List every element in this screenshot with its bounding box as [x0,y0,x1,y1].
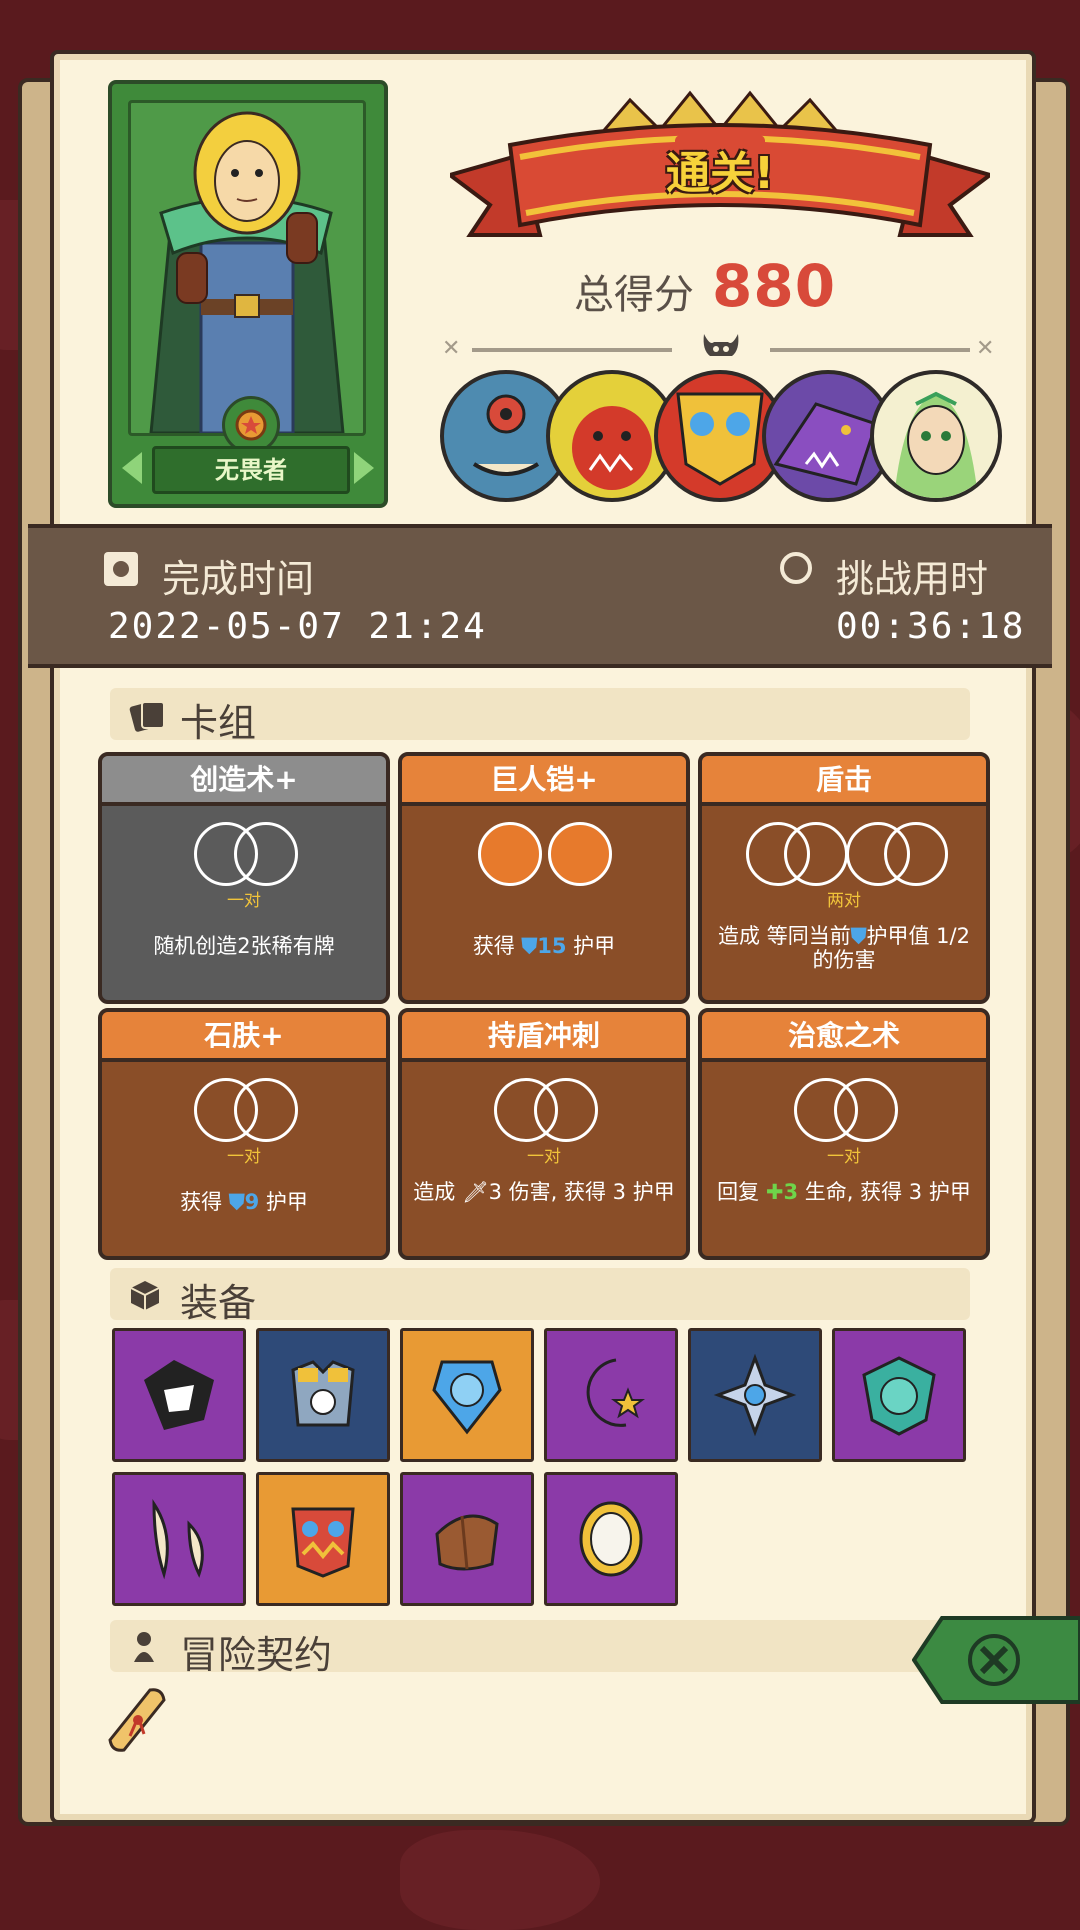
dice-slots [702,1078,986,1142]
card-title: 巨人铠+ [490,763,598,796]
moon-star-wand-icon[interactable] [544,1328,678,1462]
card-title: 治愈之术 [787,1019,900,1052]
card-title: 创造术+ [190,763,298,796]
scroll-icon[interactable] [100,1680,172,1760]
heal-plus-icon: ✚ [765,1180,784,1204]
card-description: 造成 🗡3 伤害, 获得 3 护甲 [413,1180,675,1204]
challenge-time-label: 挑战用时 [836,557,989,601]
next-hero-arrow-icon[interactable] [354,452,374,484]
chest-armor-icon[interactable] [256,1328,390,1462]
dice-slots [402,822,686,886]
torn-beast-icon[interactable] [112,1328,246,1462]
equipment-section-title: 装备 [180,1281,257,1325]
defeated-bosses [440,370,1002,502]
victory-ribbon: 通关! [445,85,995,260]
pawn-icon [128,1630,160,1668]
card-description: 获得 ⛊9 护甲 [180,1190,308,1214]
challenge-time-value: 00:36:18 [836,606,1026,647]
card-description: 造成 等同当前⛊护甲值 1/2 的伤害 [718,924,970,972]
sword-icon: ✕ [976,336,995,361]
card-title: 盾击 [815,763,872,796]
dice-slots [102,822,386,886]
dice-requirement: 一对 [227,891,261,911]
divider [770,348,970,352]
dice-requirement: 一对 [827,1147,861,1167]
close-button[interactable] [911,1614,1080,1706]
deck-card[interactable]: 盾击 两对 造成 等同当前⛊护甲值 1/2 的伤害 [698,752,990,1004]
total-score-label: 总得分 [574,272,694,318]
divider [472,348,672,352]
sword-icon: ✕ [442,336,461,361]
time-info-band: 完成时间 2022-05-07 21:24 挑战用时 00:36:18 [28,524,1052,668]
demon-skull-icon [700,330,742,364]
card-description: 随机创造2张稀有牌 [153,934,335,958]
dice-slots [102,1078,386,1142]
background-pattern [400,1830,600,1930]
dice-slots [402,1078,686,1142]
hero-portrait [128,100,366,436]
card-title: 石肤+ [204,1019,284,1052]
spiked-chestplate-icon[interactable] [256,1472,390,1606]
claw-fangs-icon[interactable] [112,1472,246,1606]
dice-slots [702,822,986,886]
pumpkin-shield-icon[interactable] [400,1328,534,1462]
deck-card[interactable]: 巨人铠+ 获得 ⛊15 护甲 [398,752,690,1004]
sword-icon: 🗡 [461,1180,489,1204]
card-description: 获得 ⛊15 护甲 [472,934,616,958]
dice-requirement: 两对 [827,891,861,911]
dice-requirement: 一对 [527,1147,561,1167]
cards-icon [128,698,168,736]
total-score-value: 880 [712,252,837,320]
golden-mirror-icon[interactable] [544,1472,678,1606]
complete-time-value: 2022-05-07 21:24 [108,606,487,647]
shield-icon: ⛊ [228,1190,245,1214]
cross-emblem-icon[interactable] [688,1328,822,1462]
shield-icon: ⛊ [521,934,538,958]
complete-time-label: 完成时间 [162,557,315,601]
deck-card[interactable]: 治愈之术 一对 回复 ✚3 生命, 获得 3 护甲 [698,1008,990,1260]
prev-hero-arrow-icon[interactable] [122,452,142,484]
elf-queen-boss [870,370,1002,502]
equipment-section-header: 装备 [110,1268,970,1325]
dice-requirement: 一对 [227,1147,261,1167]
hero-name: 无畏者 [152,446,350,494]
victory-title: 通关! [665,148,775,199]
shield-icon: ⛊ [850,924,867,948]
deck-card[interactable]: 持盾冲刺 一对 造成 🗡3 伤害, 获得 3 护甲 [398,1008,690,1260]
deck-section-header: 卡组 [110,688,970,745]
deck-card[interactable]: 石肤+ 一对 获得 ⛊9 护甲 [98,1008,390,1260]
card-title: 持盾冲刺 [487,1019,600,1052]
lion-crest-icon[interactable] [832,1328,966,1462]
contract-section-header: 冒险契约 [110,1620,970,1677]
film-icon [104,552,138,586]
cube-icon [128,1278,162,1316]
stopwatch-icon [780,552,812,584]
leather-bracer-icon[interactable] [400,1472,534,1606]
contract-section-title: 冒险契约 [180,1633,333,1677]
deck-section-title: 卡组 [180,701,257,745]
card-description: 回复 ✚3 生命, 获得 3 护甲 [717,1180,971,1204]
deck-card[interactable]: 创造术+ 一对 随机创造2张稀有牌 [98,752,390,1004]
hero-card[interactable]: 无畏者 [108,80,388,508]
